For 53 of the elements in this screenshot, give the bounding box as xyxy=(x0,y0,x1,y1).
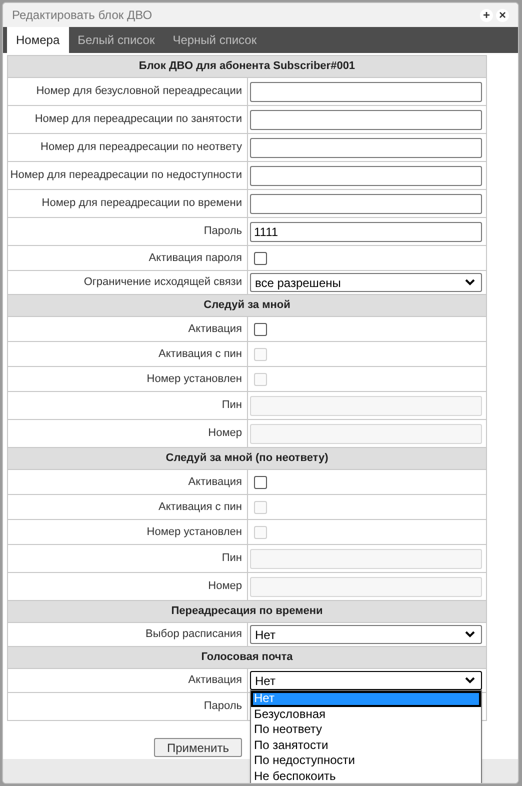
dropdown-option[interactable]: По занятости xyxy=(251,738,481,753)
text-field[interactable] xyxy=(250,166,482,186)
field-label: Номер для безусловной переадресации xyxy=(36,84,242,100)
field-label: Номер для переадресации по недоступности xyxy=(10,168,242,184)
text-field[interactable] xyxy=(250,110,482,130)
field-label: Номер для переадресации по неответу xyxy=(40,140,242,156)
field-label: Активация пароля xyxy=(148,250,242,266)
field-label: Выбор расписания xyxy=(146,627,242,642)
field-label: Номер для переадресации по занятости xyxy=(34,112,242,128)
tab[interactable]: Белый список xyxy=(68,27,164,53)
text-field[interactable] xyxy=(250,194,482,214)
field-label: Номер для переадресации по времени xyxy=(42,196,242,212)
section-header: Следуй за мной xyxy=(8,295,486,317)
field-label: Пин xyxy=(222,398,242,414)
chevron-down-icon xyxy=(465,677,475,684)
checkbox[interactable] xyxy=(254,476,267,488)
section-header: Следуй за мной (по неответу) xyxy=(8,448,486,470)
section-header: Переадресация по времени xyxy=(8,601,486,623)
apply-button[interactable]: Применить xyxy=(154,738,242,757)
field-label: Пароль xyxy=(204,224,242,240)
select-field[interactable]: Нет xyxy=(250,625,482,644)
dropdown-option[interactable]: По неответу xyxy=(251,722,481,738)
field-label: Номер установлен xyxy=(146,372,242,387)
field-label: Активация xyxy=(188,474,242,490)
window-button[interactable]: × xyxy=(496,8,509,22)
chevron-down-icon xyxy=(465,631,475,638)
text-field[interactable] xyxy=(250,82,482,102)
text-field[interactable]: 1111 xyxy=(250,222,482,242)
window-button[interactable]: + xyxy=(480,8,493,22)
field-label: Активация xyxy=(188,322,242,337)
field-label: Активация с пин xyxy=(158,346,242,362)
checkbox[interactable] xyxy=(254,322,267,336)
text-field[interactable] xyxy=(250,138,482,158)
dropdown-option[interactable]: Не беспокоить xyxy=(251,768,481,783)
field-label: Пин xyxy=(222,551,242,566)
section-header: Голосовая почта xyxy=(8,647,486,669)
select-field[interactable]: все разрешены xyxy=(250,273,482,292)
dropdown-option[interactable]: По недоступности xyxy=(251,753,481,768)
window-title: Редактировать блок ДВО xyxy=(12,7,152,24)
field-label: Ограничение исходящей связи xyxy=(84,275,242,290)
field-label: Активация с пин xyxy=(158,500,242,515)
field-label: Номер установлен xyxy=(146,524,242,540)
tab[interactable]: Черный список xyxy=(164,27,266,53)
chevron-down-icon xyxy=(465,279,475,286)
select-field[interactable]: Нет xyxy=(250,671,482,690)
dropdown-option[interactable]: Безусловная xyxy=(251,706,481,722)
tab[interactable]: Номера xyxy=(7,27,69,53)
field-label: Номер xyxy=(208,426,242,442)
section-header: Блок ДВО для абонента Subscriber#001 xyxy=(8,56,486,78)
checkbox[interactable] xyxy=(254,252,267,264)
field-label: Номер xyxy=(208,579,242,594)
field-label: Пароль xyxy=(204,699,242,714)
field-label: Активация xyxy=(188,673,242,688)
